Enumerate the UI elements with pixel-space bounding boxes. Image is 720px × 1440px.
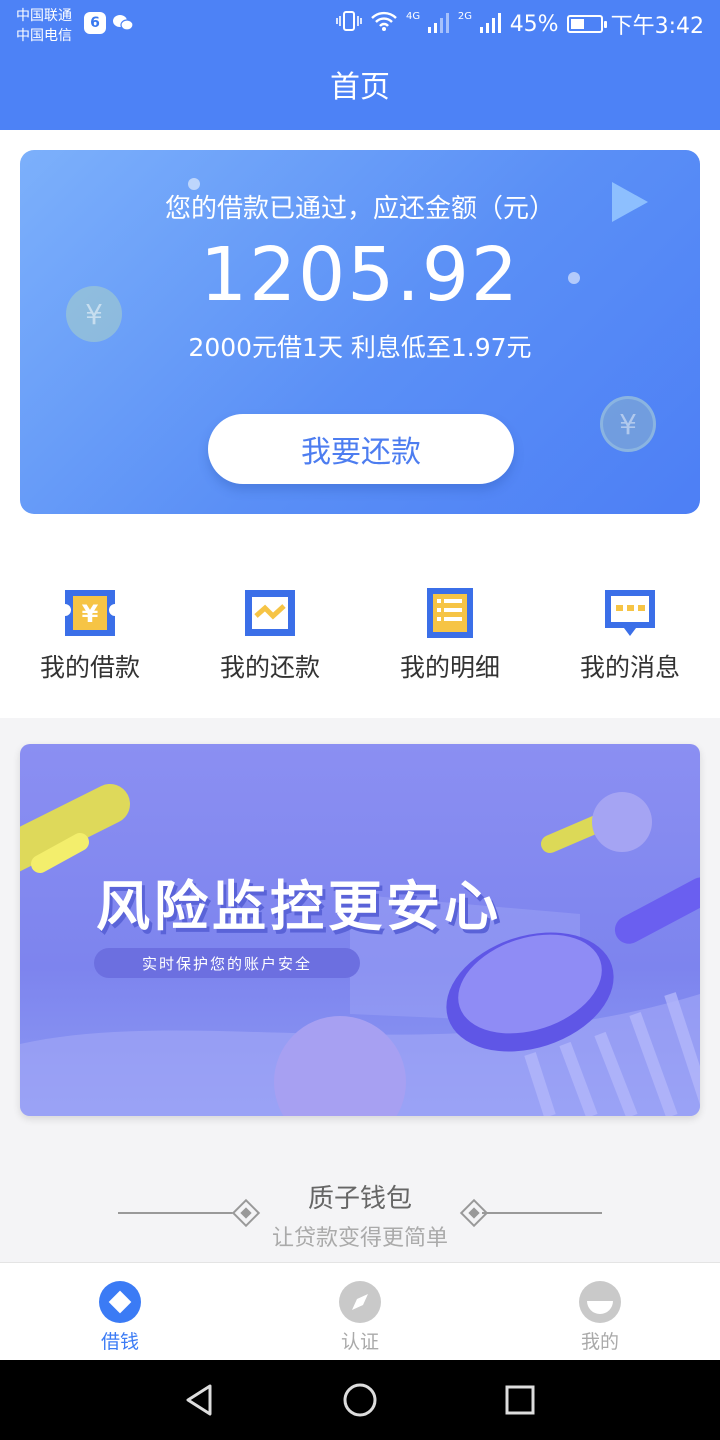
carrier-2: 中国电信: [16, 28, 72, 44]
ticket-yen-icon: ¥: [63, 586, 117, 640]
notification-icons: 6: [84, 12, 134, 34]
tab-verify[interactable]: 认证: [240, 1263, 480, 1360]
app-notification-icon: 6: [84, 12, 106, 34]
svg-text:¥: ¥: [82, 600, 99, 628]
quick-label: 我的消息: [579, 653, 680, 682]
clock: 下午3:42: [610, 14, 704, 39]
vibrate-icon: [336, 9, 362, 39]
back-icon[interactable]: [180, 1380, 220, 1420]
signal-1: 4G: [406, 11, 450, 38]
yen-coin-icon: ¥: [600, 396, 656, 452]
loan-subtitle: 2000元借1天 利息低至1.97元: [188, 333, 532, 362]
profile-icon: [579, 1281, 621, 1323]
message-icon: [603, 586, 657, 640]
home-icon[interactable]: [340, 1380, 380, 1420]
status-right: 4G 2G 45% 下午3:42: [336, 8, 704, 40]
quick-my-details[interactable]: 我的明细: [360, 586, 540, 684]
battery-icon: [566, 15, 607, 33]
carrier-1: 中国联通: [16, 8, 72, 24]
brand-name: 质子钱包: [307, 1184, 412, 1214]
tab-borrow[interactable]: 借钱: [0, 1263, 240, 1360]
bottom-tab-bar: 借钱 认证 我的: [0, 1262, 720, 1360]
signal-2: 2G: [458, 11, 502, 38]
quick-label: 我的借款: [39, 653, 140, 682]
tab-profile[interactable]: 我的: [480, 1263, 720, 1360]
promo-banner[interactable]: 风险监控更安心 实时保护您的账户安全: [20, 744, 700, 1116]
banner-subtitle: 实时保护您的账户安全: [94, 948, 360, 978]
top-bar: 中国联通 中国电信 6 4G 2G 45% 下午3:42 首页: [0, 0, 720, 130]
recents-icon[interactable]: [500, 1380, 540, 1420]
detail-list-icon: [423, 586, 477, 640]
quick-my-loans[interactable]: ¥ 我的借款: [0, 586, 180, 684]
battery-percent: 45%: [509, 11, 559, 37]
system-nav-bar: [0, 1360, 720, 1440]
page-title: 首页: [330, 70, 390, 105]
loan-caption: 您的借款已通过，应还金额（元）: [164, 194, 555, 224]
carrier-info: 中国联通 中国电信: [16, 6, 72, 46]
quick-label: 我的明细: [399, 653, 500, 682]
brand-footer: 质子钱包 让贷款变得更简单: [0, 1176, 720, 1256]
wechat-icon: [112, 12, 134, 34]
tab-label: 我的: [580, 1331, 619, 1353]
wifi-icon: [370, 10, 398, 38]
brand-slogan: 让贷款变得更简单: [271, 1226, 448, 1251]
tab-label: 借钱: [100, 1331, 139, 1353]
repay-amount: 1205.92: [199, 232, 520, 318]
battery-fill: [570, 19, 584, 29]
quick-label: 我的还款: [219, 653, 320, 682]
quick-my-repayments[interactable]: 我的还款: [180, 586, 360, 684]
diamond-icon: [99, 1281, 141, 1323]
main-content: ¥ ¥ 您的借款已通过，应还金额（元） 1205.92 2000元借1天 利息低…: [0, 130, 720, 718]
repay-button[interactable]: 我要还款: [208, 414, 514, 484]
compass-icon: [339, 1281, 381, 1323]
quick-actions: ¥ 我的借款 我的还款 我的明细 我的消息: [0, 586, 720, 684]
banner-title: 风险监控更安心: [96, 875, 502, 938]
repay-chart-icon: [243, 586, 297, 640]
quick-my-messages[interactable]: 我的消息: [540, 586, 720, 684]
loan-card: ¥ ¥ 您的借款已通过，应还金额（元） 1205.92 2000元借1天 利息低…: [20, 150, 700, 514]
tab-label: 认证: [340, 1331, 379, 1353]
